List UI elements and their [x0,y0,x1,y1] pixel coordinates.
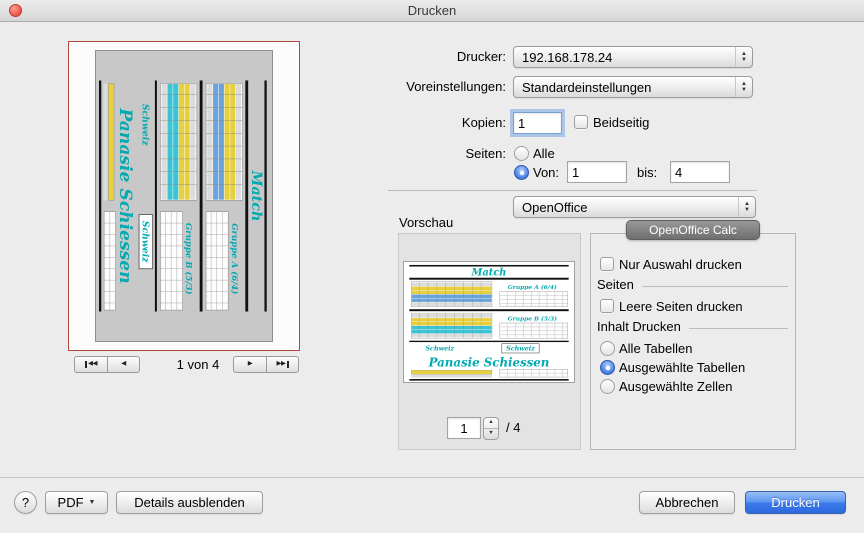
section-divider [388,190,757,191]
pages-all-radio[interactable] [514,146,529,161]
all-tables-radio-label[interactable]: Alle Tabellen [619,339,692,359]
print-button-label: Drucken [771,495,819,510]
selection-only-checkbox[interactable] [600,257,614,271]
print-preview-page [95,50,273,342]
vorschau-page-total: / 4 [506,418,520,438]
footer-divider [0,477,864,478]
pages-label: Seiten: [346,143,506,165]
first-page-button[interactable]: ◀◀ [74,356,107,373]
presets-popup[interactable]: Standardeinstellungen ▲ ▼ [513,76,753,98]
preview-page-info: 1 von 4 [158,356,238,373]
vorschau-page-input[interactable] [447,417,481,439]
blank-pages-checkbox[interactable] [600,299,614,313]
selected-tables-radio[interactable] [600,360,615,375]
forward-icon: ▶ [248,361,253,368]
next-page-button[interactable]: ▶ [233,356,266,373]
rewind-icon: ◀◀ [88,361,97,368]
stepper-up-icon: ▲ [488,420,493,426]
chevron-up-down-icon: ▲ ▼ [735,77,752,97]
duplex-checkbox[interactable] [574,115,588,129]
stepper-up-button[interactable]: ▲ [484,418,498,429]
close-button[interactable] [9,4,22,17]
preview-selection-frame [68,41,300,351]
all-tables-radio[interactable] [600,341,615,356]
chevron-up-icon: ▲ [741,82,747,87]
preview-nav-forward-group: ▶ ▶▶ [233,356,299,373]
preview-nav-back-group: ◀◀ ◀ [74,356,140,373]
cancel-button[interactable]: Abbrechen [639,491,735,514]
presets-label: Voreinstellungen: [346,76,506,98]
chevron-down-icon: ▼ [741,58,747,63]
printer-popup-value: 192.168.178.24 [514,50,735,65]
app-section-popup-value: OpenOffice [514,200,738,215]
copies-input[interactable] [513,112,562,134]
rotated-sheet-preview [97,73,271,319]
stepper-down-icon: ▼ [488,431,493,437]
pages-range-radio[interactable] [514,165,529,180]
vorschau-title: Vorschau [399,215,453,230]
app-section-popup[interactable]: OpenOffice ▲ ▼ [513,196,756,218]
printer-label: Drucker: [346,46,506,68]
sheet-artwork [404,262,574,382]
pages-all-radio-label[interactable]: Alle [533,144,555,164]
content-section-label: Inhalt Drucken [597,319,681,334]
cancel-button-label: Abbrechen [656,495,719,510]
selection-only-checkbox-label[interactable]: Nur Auswahl drucken [619,255,742,275]
duplex-checkbox-label[interactable]: Beidseitig [593,113,649,133]
chevron-down-icon: ▼ [744,208,750,213]
tab-openoffice-calc: OpenOffice Calc [626,220,760,240]
print-button[interactable]: Drucken [745,491,846,514]
pages-section-label: Seiten [597,277,634,292]
page-stepper: ▲ ▼ [483,417,499,440]
pages-to-label: bis: [637,163,657,183]
pages-from-label[interactable]: Von: [533,163,559,183]
chevron-up-down-icon: ▲ ▼ [735,47,752,67]
titlebar: Drucken [0,0,864,22]
sheet-artwork [97,73,271,319]
pages-to-input[interactable] [670,161,730,183]
first-page-bar-icon [85,361,87,368]
chevron-up-icon: ▲ [741,52,747,57]
stepper-down-button[interactable]: ▼ [484,429,498,439]
window-title: Drucken [0,0,864,22]
last-page-bar-icon [287,361,289,368]
content-section-rule [689,328,788,329]
printer-popup[interactable]: 192.168.178.24 ▲ ▼ [513,46,753,68]
selected-tables-radio-label[interactable]: Ausgewählte Tabellen [619,358,745,378]
pages-from-input[interactable] [567,161,627,183]
previous-page-button[interactable]: ◀ [107,356,140,373]
selected-cells-radio[interactable] [600,379,615,394]
chevron-down-icon: ▼ [89,499,96,506]
print-dialog-window: Drucken ◀◀ ◀ 1 von 4 ▶ ▶▶ Drucker: 192.1… [0,0,864,533]
details-toggle-button[interactable]: Details ausblenden [116,491,263,514]
chevron-up-icon: ▲ [744,202,750,207]
pdf-button-label: PDF [58,495,84,510]
fast-forward-icon: ▶▶ [277,361,286,368]
presets-popup-value: Standardeinstellungen [514,80,735,95]
details-button-label: Details ausblenden [134,495,245,510]
blank-pages-checkbox-label[interactable]: Leere Seiten drucken [619,297,743,317]
help-icon: ? [22,495,29,510]
chevron-down-icon: ▼ [741,88,747,93]
pdf-menu-button[interactable]: PDF ▼ [45,491,108,514]
selected-cells-radio-label[interactable]: Ausgewählte Zellen [619,377,732,397]
chevron-up-down-icon: ▲ ▼ [738,197,755,217]
copies-label: Kopien: [346,112,506,134]
back-icon: ◀ [121,361,126,368]
last-page-button[interactable]: ▶▶ [266,356,299,373]
vorschau-page-thumbnail [403,261,575,383]
pages-section-rule [642,286,788,287]
help-button[interactable]: ? [14,491,37,514]
